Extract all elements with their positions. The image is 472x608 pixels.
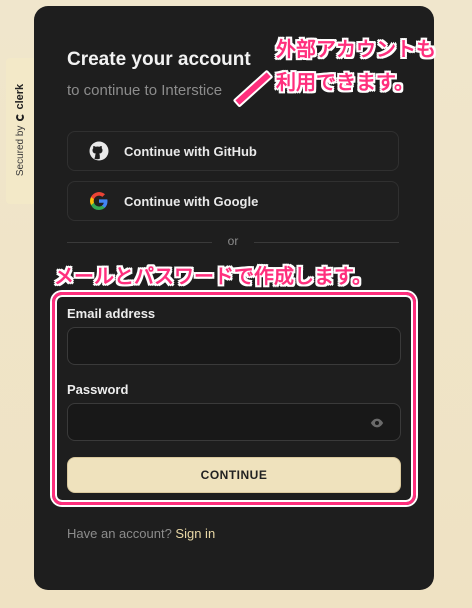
github-button-label: Continue with GitHub <box>124 143 257 159</box>
annotation-line-2: 利用できます。 <box>276 72 414 94</box>
form-highlight-box <box>52 292 416 505</box>
or-divider: or <box>67 234 399 250</box>
clerk-logo-icon <box>16 113 24 122</box>
signin-link[interactable]: Sign in <box>175 526 215 541</box>
divider-line-right <box>254 242 399 243</box>
annotation-external-accounts: 外部アカウントも 利用できます。 <box>276 38 436 96</box>
annotation-email-password: メールとパスワードで作成します。 <box>54 266 372 288</box>
signin-prompt: Have an account? Sign in <box>67 526 215 541</box>
google-button[interactable]: Continue with Google <box>67 181 399 221</box>
signin-prompt-text: Have an account? <box>67 526 172 541</box>
secured-by-label: Secured by <box>14 125 26 177</box>
divider-line-left <box>67 242 212 243</box>
github-icon <box>88 140 110 162</box>
clerk-brand-label: clerk <box>14 83 26 110</box>
page-subtitle: to continue to Interstice <box>67 82 223 99</box>
secured-by-text: Secured by clerk <box>14 84 26 176</box>
annotation-line-1: 外部アカウントも <box>276 39 436 61</box>
divider-or-label: or <box>227 234 239 248</box>
secured-by-badge: Secured by clerk <box>6 58 34 204</box>
google-button-label: Continue with Google <box>124 193 259 209</box>
page-title: Create your account <box>67 49 251 70</box>
google-icon <box>88 190 110 212</box>
github-button[interactable]: Continue with GitHub <box>67 131 399 171</box>
